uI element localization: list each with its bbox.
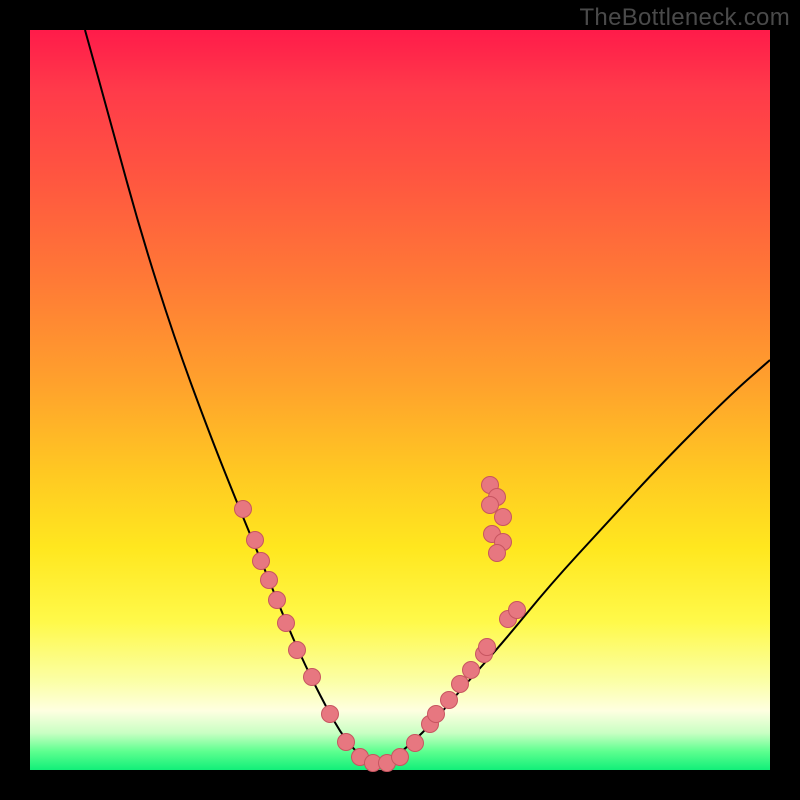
data-dot xyxy=(452,676,469,693)
data-dot xyxy=(489,545,506,562)
data-dot xyxy=(428,706,445,723)
data-dot xyxy=(235,501,252,518)
data-dot xyxy=(322,706,339,723)
data-dot xyxy=(247,532,264,549)
data-dot xyxy=(495,509,512,526)
data-dot xyxy=(463,662,480,679)
data-dot xyxy=(441,692,458,709)
watermark-text: TheBottleneck.com xyxy=(579,4,790,32)
data-dot xyxy=(304,669,321,686)
data-dot xyxy=(482,497,499,514)
data-dot xyxy=(261,572,278,589)
data-dots xyxy=(235,477,526,772)
data-dot xyxy=(289,642,306,659)
curve-right-branch xyxy=(375,360,770,765)
curve-left-branch xyxy=(85,30,375,765)
data-dot xyxy=(269,592,286,609)
data-dot xyxy=(278,615,295,632)
curve-layer xyxy=(30,30,770,770)
data-dot xyxy=(407,735,424,752)
data-dot xyxy=(338,734,355,751)
data-dot xyxy=(253,553,270,570)
data-dot xyxy=(479,639,496,656)
data-dot xyxy=(509,602,526,619)
data-dot xyxy=(392,749,409,766)
chart-frame: TheBottleneck.com xyxy=(0,0,800,800)
